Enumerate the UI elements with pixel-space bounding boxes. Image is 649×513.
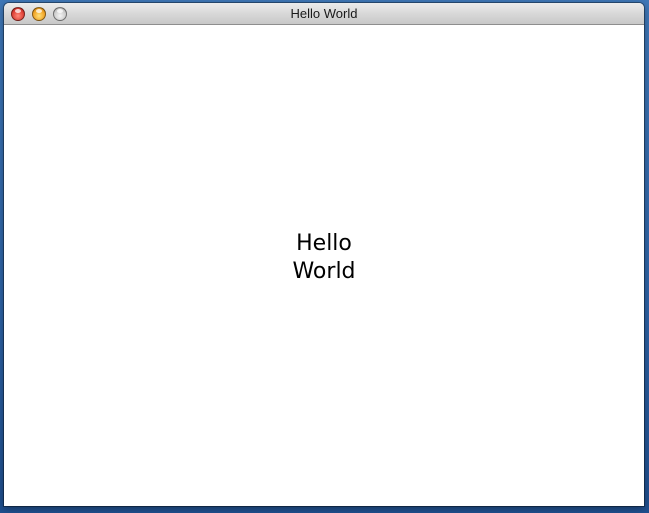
minimize-icon[interactable] xyxy=(32,7,46,21)
close-icon[interactable] xyxy=(11,7,25,21)
world-label: World xyxy=(292,259,356,284)
hello-world-text: Hello World xyxy=(4,230,644,286)
window-title: Hello World xyxy=(290,6,358,21)
hello-label: Hello xyxy=(296,231,352,256)
content-area: Hello World xyxy=(4,25,644,506)
zoom-icon[interactable] xyxy=(53,7,67,21)
app-window: Hello World Hello World xyxy=(4,3,644,506)
title-bar[interactable]: Hello World xyxy=(4,3,644,25)
window-controls xyxy=(11,7,67,21)
